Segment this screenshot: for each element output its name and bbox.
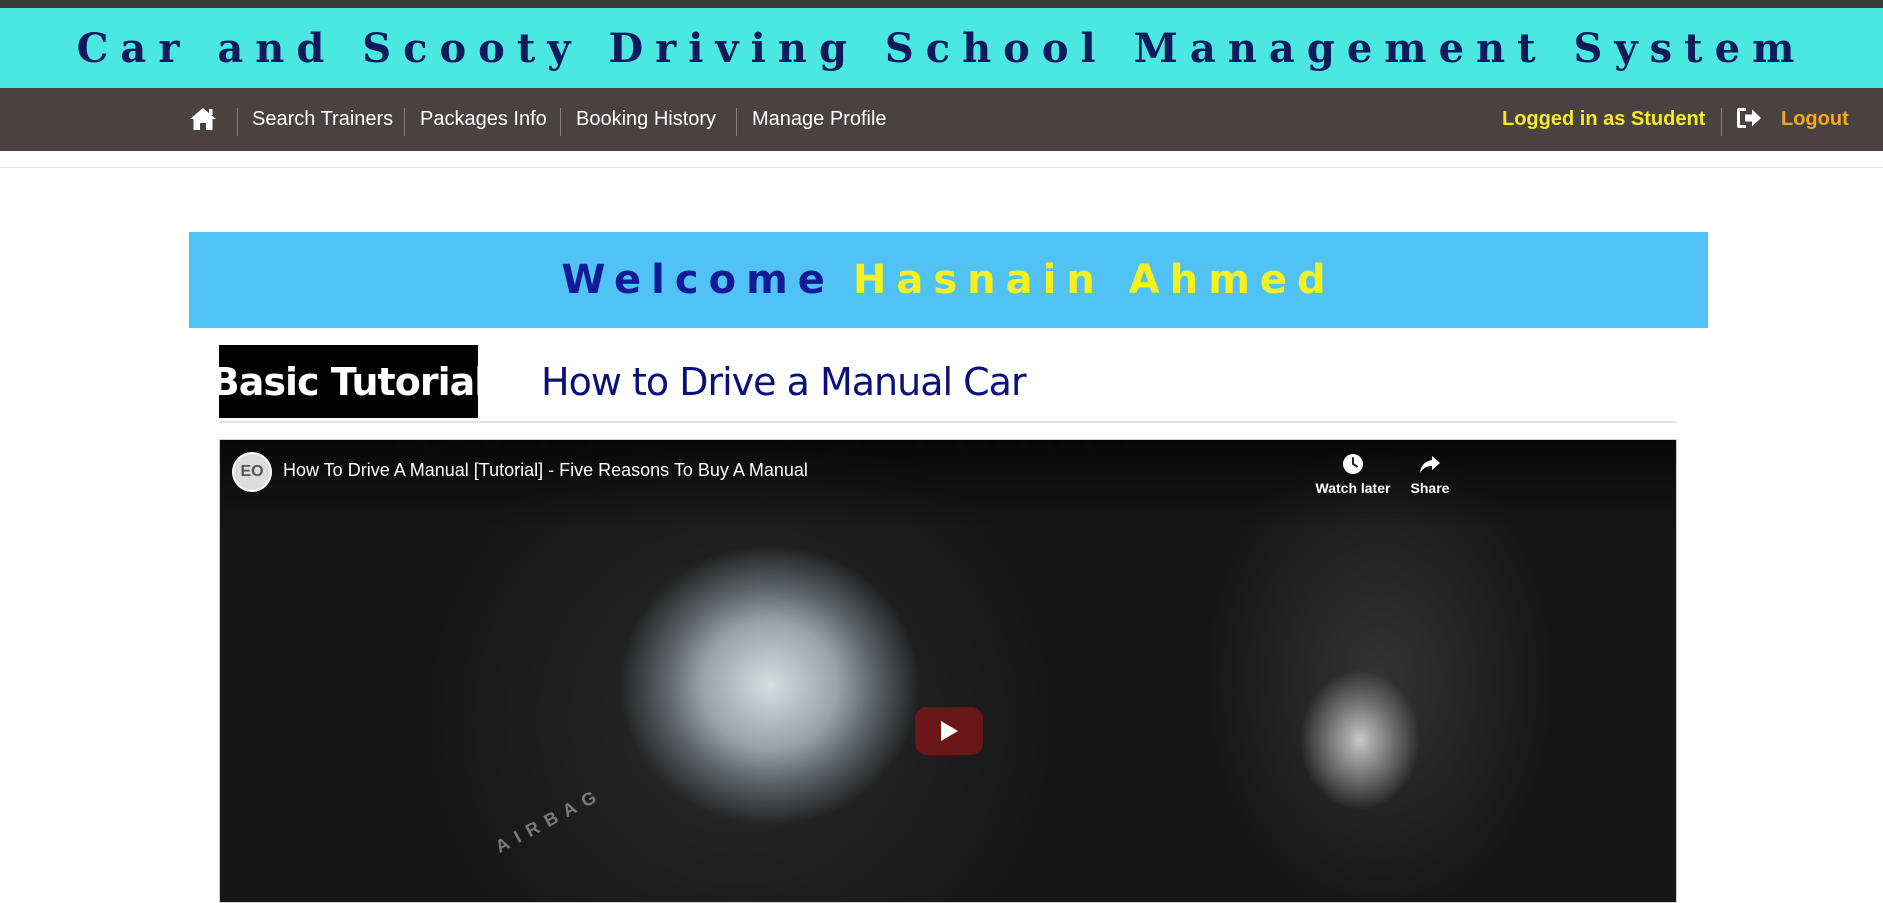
main-navbar: Search Trainers Packages Info Booking Hi… (0, 88, 1883, 151)
thumbnail-airbag-text: AIRBAG (492, 783, 607, 857)
share-icon (1420, 456, 1440, 473)
nav-separator (237, 108, 238, 136)
welcome-label: Welcome (561, 257, 835, 303)
clock-icon (1343, 454, 1363, 474)
nav-search-trainers[interactable]: Search Trainers (252, 88, 393, 151)
channel-avatar[interactable]: EO (232, 452, 272, 492)
tutorial-badge: Basic Tutorial (211, 345, 487, 418)
site-header: Car and Scooty Driving School Management… (0, 8, 1883, 88)
divider (0, 167, 1883, 168)
video-player[interactable]: how to drive a manual AIRBAG EO How To D… (219, 439, 1677, 903)
nav-booking-history[interactable]: Booking History (576, 88, 716, 151)
share-label: Share (1410, 480, 1450, 496)
nav-separator (560, 108, 561, 136)
nav-separator (736, 108, 737, 136)
top-border-strip (0, 0, 1883, 8)
play-button[interactable] (915, 707, 983, 755)
share-button[interactable]: Share (1385, 452, 1475, 502)
home-icon[interactable] (188, 106, 218, 132)
watch-later-label: Watch later (1315, 480, 1391, 496)
nav-separator (1721, 108, 1722, 136)
welcome-banner: Welcome Hasnain Ahmed (189, 232, 1708, 328)
welcome-user-name: Hasnain Ahmed (852, 257, 1336, 303)
play-icon (941, 721, 958, 741)
sign-out-icon[interactable] (1735, 105, 1763, 131)
logout-link[interactable]: Logout (1781, 88, 1849, 151)
nav-packages-info[interactable]: Packages Info (420, 88, 547, 151)
nav-separator (404, 108, 405, 136)
nav-manage-profile[interactable]: Manage Profile (752, 88, 887, 151)
site-title: Car and Scooty Driving School Management… (76, 24, 1807, 72)
video-title[interactable]: How To Drive A Manual [Tutorial] - Five … (283, 460, 808, 481)
divider (219, 421, 1677, 423)
logged-in-status: Logged in as Student (1502, 108, 1706, 130)
tutorial-title: How to Drive a Manual Car (541, 359, 1027, 404)
